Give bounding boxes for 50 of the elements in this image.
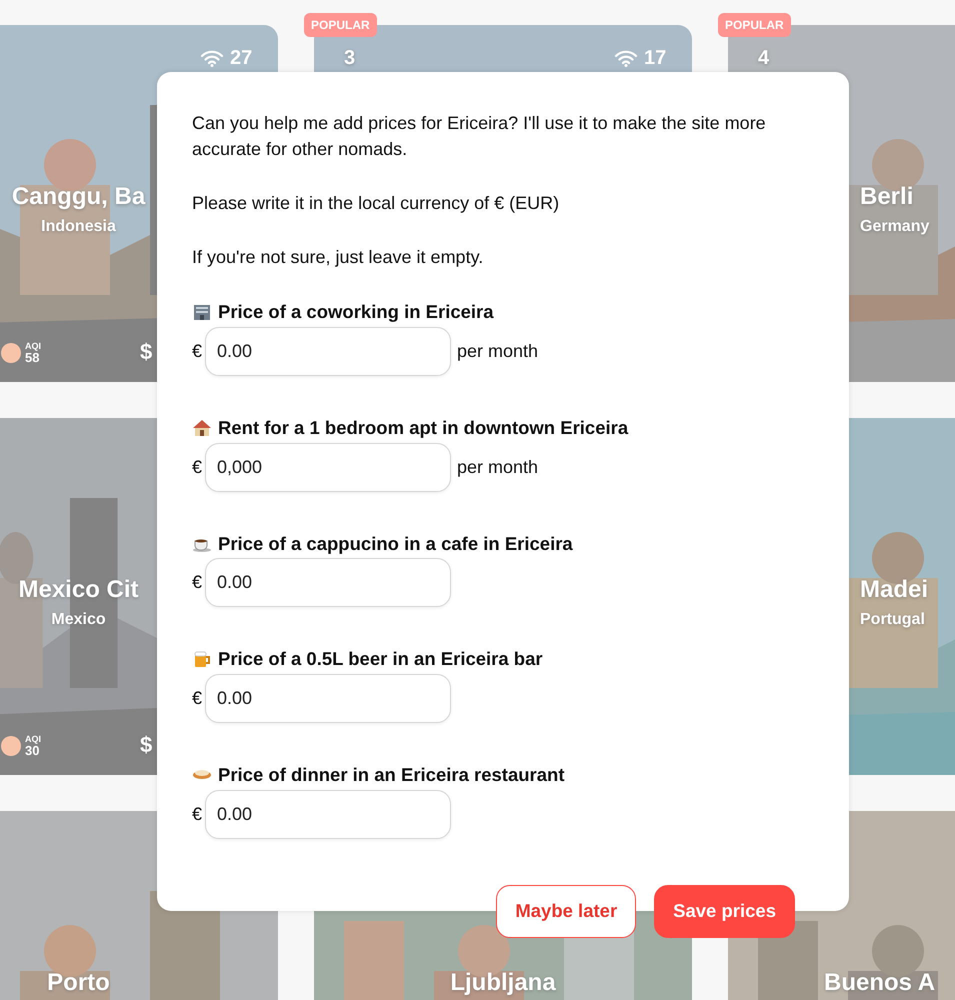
price-input[interactable]: 0.00 bbox=[205, 790, 452, 839]
cost-value: $ bbox=[140, 731, 152, 759]
currency-symbol: € bbox=[192, 340, 202, 363]
city-name: Madei bbox=[860, 575, 928, 605]
price-input[interactable]: 0.00 bbox=[205, 674, 452, 723]
price-input[interactable]: 0,000 bbox=[205, 442, 452, 492]
unit-label: per month bbox=[457, 456, 538, 479]
save-button[interactable]: Save prices bbox=[654, 884, 795, 938]
price-input[interactable]: 0.00 bbox=[205, 326, 452, 376]
house-icon bbox=[192, 418, 212, 438]
wifi-icon bbox=[614, 49, 638, 67]
field-label: Rent for a 1 bedroom apt in downtown Ericeira bbox=[218, 416, 628, 440]
country-name: Germany bbox=[860, 217, 930, 237]
aqi-value: 30 bbox=[25, 744, 40, 757]
cancel-button[interactable]: Maybe later bbox=[496, 884, 636, 938]
field-label: Price of a 0.5L beer in an Ericeira bar bbox=[218, 647, 543, 672]
price-input[interactable]: 0.00 bbox=[205, 558, 452, 608]
city-name: Mexico Cit bbox=[17, 575, 140, 605]
aqi-value: 58 bbox=[25, 351, 40, 364]
city-name: Buenos A bbox=[824, 968, 936, 998]
currency-symbol: € bbox=[192, 802, 202, 826]
popular-badge: POPULAR bbox=[718, 13, 791, 37]
city-name: Ljubljana bbox=[449, 968, 557, 998]
wifi-icon bbox=[200, 49, 224, 67]
dialog-text: Can you help me add prices for Ericeira? I'll use it to make the site more accurate for other nomads. bbox=[192, 112, 767, 161]
popular-badge: POPULAR bbox=[304, 13, 377, 37]
city-name: Berli bbox=[860, 182, 914, 212]
aqi-label: AQI bbox=[25, 342, 42, 351]
field-label: Price of a coworking in Ericeira bbox=[218, 300, 494, 324]
dialog-text: If you're not sure, just leave it empty. bbox=[192, 246, 484, 269]
dialog-text: Please write it in the local currency of € (EUR) bbox=[192, 192, 560, 215]
cost-value: $ bbox=[140, 338, 152, 366]
wifi-speed: 17 bbox=[644, 46, 666, 71]
currency-symbol: € bbox=[192, 456, 202, 478]
aqi-label: AQI bbox=[25, 735, 42, 744]
currency-symbol: € bbox=[192, 687, 202, 710]
dish-icon bbox=[192, 770, 212, 780]
currency-symbol: € bbox=[192, 571, 202, 594]
unit-label: per month bbox=[457, 340, 538, 363]
rank-number: 3 bbox=[344, 46, 356, 71]
country-name: Portugal bbox=[860, 610, 925, 630]
field-label: Price of a cappucino in a cafe in Ericeira bbox=[218, 532, 573, 556]
city-name: Porto bbox=[46, 968, 111, 998]
field-label: Price of dinner in an Ericeira restaurant bbox=[218, 763, 564, 787]
country-name: Indonesia bbox=[40, 217, 117, 237]
wifi-speed: 27 bbox=[230, 46, 252, 71]
country-name: Mexico bbox=[50, 610, 107, 630]
rank-number: 4 bbox=[758, 46, 770, 71]
city-name: Canggu, Ba bbox=[10, 182, 146, 212]
beer-mug-icon bbox=[192, 649, 212, 670]
